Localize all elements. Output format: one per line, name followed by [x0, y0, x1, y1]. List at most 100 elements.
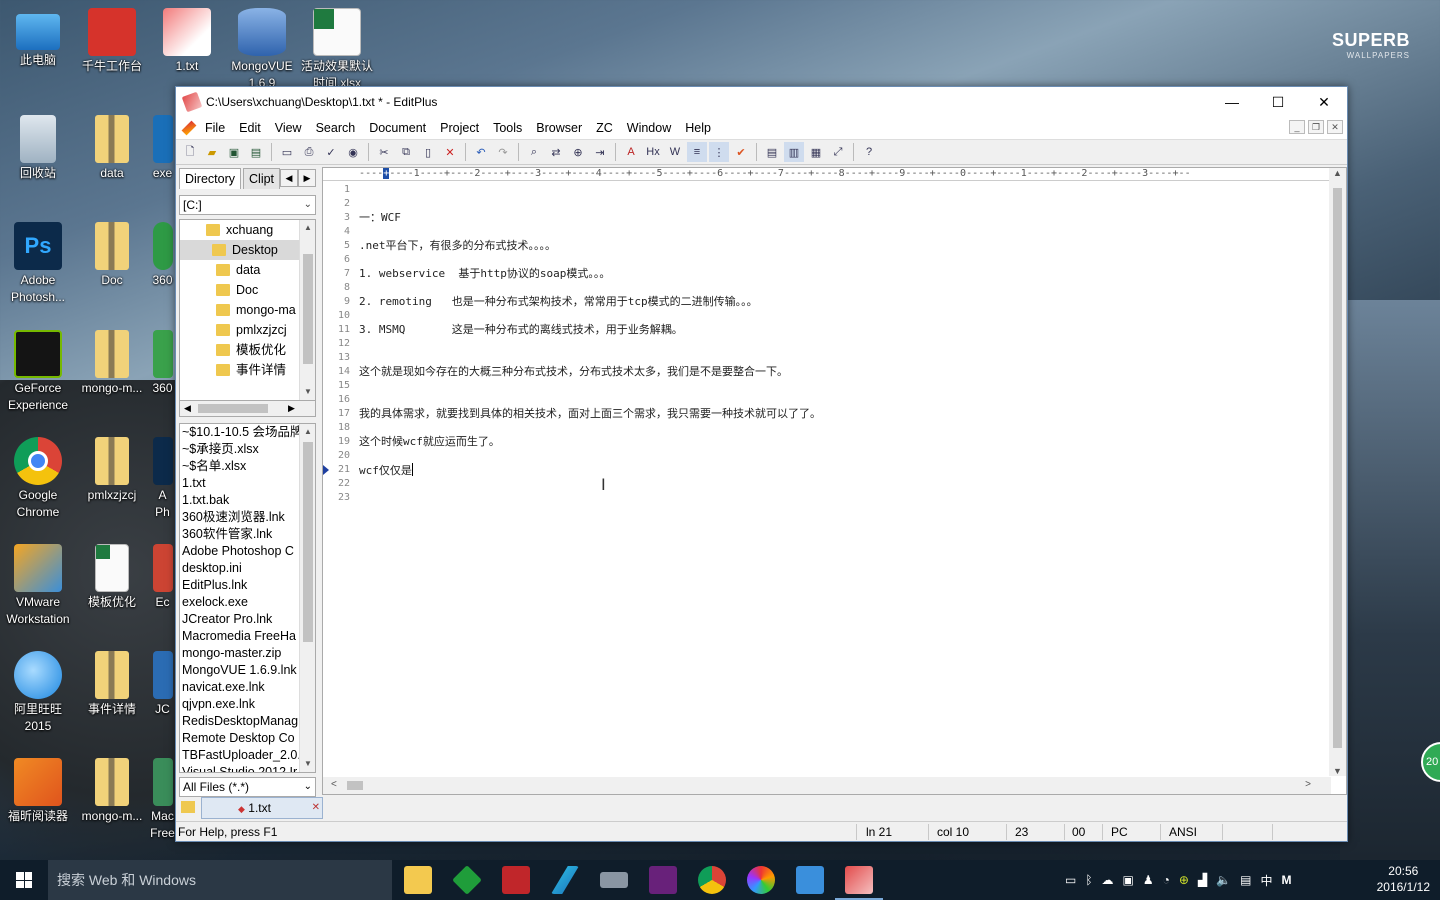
print-icon[interactable]: ⎙ [299, 142, 319, 162]
file-list-item[interactable]: JCreator Pro.lnk [180, 611, 302, 628]
volume-icon[interactable]: 🔈 [1216, 873, 1231, 887]
file-list-item[interactable]: ~$10.1-10.5 会场品牌 [180, 424, 302, 441]
document-tab[interactable]: ◆ 1.txt ✕ [201, 797, 323, 819]
tab-scroll-right-icon[interactable]: ▶ [298, 169, 316, 187]
scroll-up-icon[interactable]: ▲ [300, 220, 315, 236]
scroll-thumb[interactable] [347, 781, 363, 790]
desktop-icon-360b[interactable]: 360 [150, 330, 175, 397]
desktop-icon-a-ph[interactable]: A Ph [150, 437, 175, 521]
desktop-icon-recycle-bin[interactable]: 回收站 [0, 115, 76, 182]
maximize-button[interactable]: ☐ [1255, 87, 1301, 117]
scroll-up-icon[interactable]: ▲ [300, 424, 315, 440]
file-list-item[interactable]: desktop.ini [180, 560, 302, 577]
editplus-taskbar-icon[interactable] [835, 866, 883, 900]
file-list-item[interactable]: TBFastUploader_2.0. [180, 747, 302, 764]
scroll-thumb[interactable] [303, 442, 313, 642]
save-icon[interactable]: ▣ [224, 142, 244, 162]
red-app-icon[interactable] [502, 866, 530, 894]
file-list-vertical-scrollbar[interactable]: ▲ ▼ [299, 424, 315, 772]
output-window-icon[interactable]: ▥ [784, 142, 804, 162]
minimize-button[interactable]: — [1209, 87, 1255, 117]
desktop-icon-mongovue[interactable]: MongoVUE 1.6.9 [224, 8, 300, 88]
context-help-icon[interactable]: ? [859, 142, 879, 162]
tree-horizontal-scrollbar[interactable]: ◀ ▶ [179, 401, 316, 417]
directory-panel-icon[interactable]: ▤ [762, 142, 782, 162]
desktop-icon-this-pc[interactable]: 此电脑 [0, 8, 76, 69]
cloud-icon[interactable]: ☁ [1102, 873, 1114, 887]
goto-line-icon[interactable]: ⇥ [590, 142, 610, 162]
code-line[interactable]: 2. remoting 也是一种分布式架构技术，常常用于tcp模式的二进制传输。… [359, 295, 758, 309]
taskbar-search-box[interactable]: 搜索 Web 和 Windows [48, 860, 392, 900]
heading-icon[interactable]: Hx [643, 142, 663, 162]
blue-app-icon[interactable] [796, 866, 824, 894]
desktop-icon-events[interactable]: 事件详情 [74, 651, 150, 718]
file-list-item[interactable]: 1.txt [180, 475, 302, 492]
code-line[interactable]: 3. MSMQ 这是一种分布式的离线式技术，用于业务解耦。 [359, 323, 683, 337]
font-icon[interactable]: A [621, 142, 641, 162]
desktop-icon-xlsx[interactable]: 活动效果默认时间.xlsx [299, 8, 375, 88]
folder-icon[interactable] [181, 801, 195, 813]
close-button[interactable]: ✕ [1301, 87, 1347, 117]
menu-edit[interactable]: Edit [232, 121, 268, 135]
color-app-icon[interactable] [747, 866, 775, 894]
desktop-icon-mongo-zip2[interactable]: mongo-m... [74, 758, 150, 825]
desktop-icon-ec[interactable]: Ec [150, 544, 175, 611]
desktop-icon-jc[interactable]: JC [150, 651, 175, 718]
desktop-icon-template[interactable]: 模板优化 [74, 544, 150, 611]
scroll-down-icon[interactable]: ▼ [300, 384, 315, 400]
ime-mode-indicator[interactable]: M [1282, 873, 1292, 887]
menu-search[interactable]: Search [309, 121, 363, 135]
network-app-icon[interactable] [600, 872, 628, 888]
print-preview-icon[interactable]: ▭ [277, 142, 297, 162]
cliptext-icon[interactable]: ▦ [806, 142, 826, 162]
word-wrap-icon[interactable]: W [665, 142, 685, 162]
scroll-down-icon[interactable]: ▼ [300, 756, 315, 772]
title-bar[interactable]: C:\Users\xchuang\Desktop\1.txt * - EditP… [176, 87, 1347, 117]
menu-view[interactable]: View [268, 121, 309, 135]
fullscreen-icon[interactable]: ⤢ [828, 142, 848, 162]
desktop-icon-pmlxzjzcj[interactable]: pmlxzjzcj [74, 437, 150, 504]
mdi-minimize-button[interactable]: _ [1289, 120, 1305, 134]
redo-icon[interactable]: ↷ [493, 142, 513, 162]
desktop-icon-exe[interactable]: exe [150, 115, 175, 182]
find-icon[interactable]: ⌕ [524, 142, 544, 162]
file-list-item[interactable]: navicat.exe.lnk [180, 679, 302, 696]
code-line[interactable]: 一：WCF [359, 211, 401, 225]
plus-tray-icon[interactable]: ⊕ [1179, 873, 1189, 887]
menu-document[interactable]: Document [362, 121, 433, 135]
menu-file[interactable]: File [198, 121, 232, 135]
browser-view-icon[interactable]: ◉ [343, 142, 363, 162]
file-list-item[interactable]: RedisDesktopManag [180, 713, 302, 730]
file-list-item[interactable]: MongoVUE 1.6.9.lnk [180, 662, 302, 679]
scroll-right-icon[interactable]: > [1305, 779, 1311, 790]
file-list-item[interactable]: Macromedia FreeHa [180, 628, 302, 645]
code-line[interactable]: wcf仅仅是 [359, 463, 413, 477]
tree-item[interactable]: 模板优化 [180, 340, 315, 360]
editor-area[interactable]: ----+----1----+----2----+----3----+----4… [322, 167, 1347, 795]
battery-icon[interactable]: ▭ [1065, 873, 1076, 887]
file-list-item[interactable]: Remote Desktop Co [180, 730, 302, 747]
code-line[interactable]: 1. webservice 基于http协议的soap模式。。。 [359, 267, 610, 281]
file-list-item[interactable]: EditPlus.lnk [180, 577, 302, 594]
open-file-icon[interactable]: ▰ [202, 142, 222, 162]
menu-tools[interactable]: Tools [486, 121, 529, 135]
file-list-item[interactable]: 1.txt.bak [180, 492, 302, 509]
tree-vertical-scrollbar[interactable]: ▲ ▼ [299, 220, 315, 400]
file-list-item[interactable]: mongo-master.zip [180, 645, 302, 662]
desktop-icon-vmware[interactable]: VMware Workstation [0, 544, 76, 628]
menu-window[interactable]: Window [620, 121, 678, 135]
ime-indicator[interactable]: 中 [1261, 872, 1273, 889]
scroll-down-icon[interactable]: ▼ [1329, 766, 1346, 776]
cut-icon[interactable]: ✂ [374, 142, 394, 162]
file-list-item[interactable]: 360软件管家.lnk [180, 526, 302, 543]
app-tray-icon[interactable]: ▣ [1123, 873, 1134, 887]
tree-item[interactable]: 事件详情 [180, 360, 315, 380]
notification-icon[interactable]: ▤ [1240, 873, 1251, 887]
desktop-icon-chrome[interactable]: Google Chrome [0, 437, 76, 521]
file-filter-select[interactable]: All Files (*.*) ⌄ [179, 777, 316, 797]
menu-project[interactable]: Project [433, 121, 486, 135]
delete-icon[interactable]: ✕ [440, 142, 460, 162]
file-explorer-icon[interactable] [404, 866, 432, 894]
find-in-files-icon[interactable]: ⊕ [568, 142, 588, 162]
lightning-app-icon[interactable] [551, 866, 579, 894]
